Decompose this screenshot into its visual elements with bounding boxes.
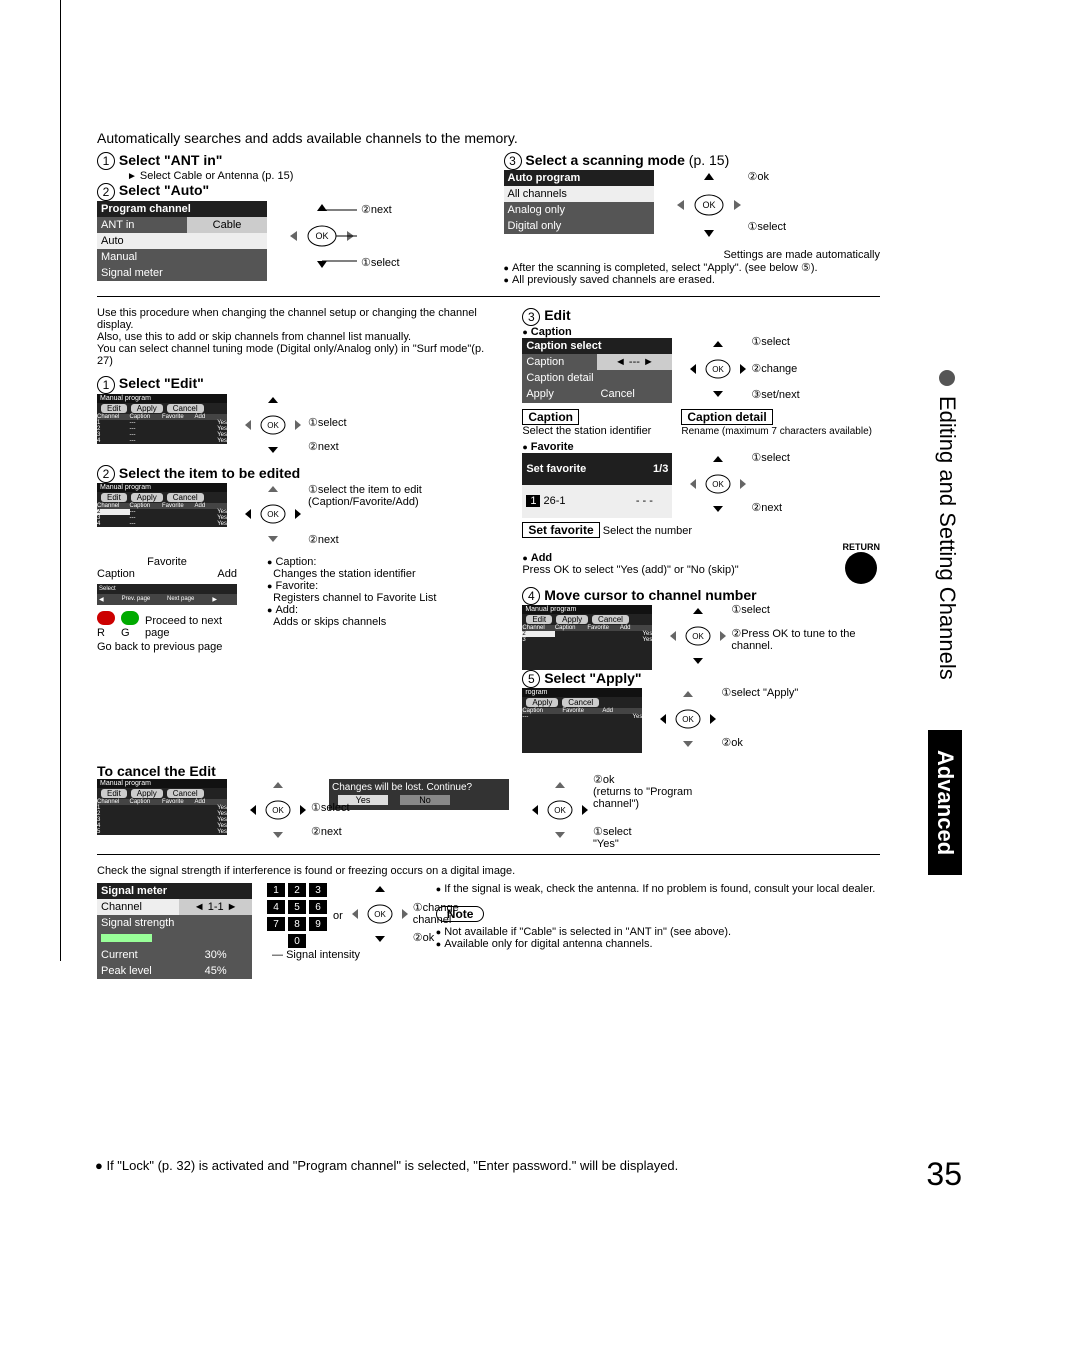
signal-section: Check the signal strength if interferenc… — [97, 865, 880, 961]
auto-right-col: 3 Select a scanning mode (p. 15) Auto pr… — [504, 152, 881, 286]
svg-text:OK: OK — [374, 910, 386, 919]
help-legend: Favorite Caption Add Select ◀ Prev. page… — [97, 556, 492, 653]
svg-text:OK: OK — [267, 421, 279, 430]
svg-text:OK: OK — [272, 806, 284, 815]
ok-control-diagram: OK ②next ①select — [287, 201, 357, 274]
svg-text:OK: OK — [267, 510, 279, 519]
svg-text:OK: OK — [713, 480, 725, 489]
green-button-icon — [121, 611, 139, 625]
ok-nav-icon: OK — [667, 605, 729, 667]
return-button-icon — [845, 552, 877, 584]
note-auto-set: Settings are made automatically — [504, 249, 881, 261]
ok-ctrl-item: OK ①select the item to edit (Caption/Fav… — [242, 483, 304, 548]
ok-nav-icon: OK — [529, 779, 591, 841]
edit-right: 3 Edit Caption Caption select Caption◄ -… — [522, 307, 880, 753]
note-erased: All previously saved channels are erased… — [504, 274, 881, 286]
page-content: Automatically searches and adds availabl… — [60, 0, 880, 961]
ok-control-diagram-2: OK ②ok ①select — [674, 170, 744, 243]
ok-ctrl-edit: OK ①select ②next — [242, 394, 304, 459]
cancel-mini: Manual program Edit Apply Cancel Channel… — [97, 779, 227, 835]
red-button-icon — [97, 611, 115, 625]
manual-intro: Use this procedure when changing the cha… — [97, 307, 492, 367]
caption-select-menu: Caption select Caption◄ --- ► Caption de… — [522, 338, 672, 403]
nav-bar-legend: Select ◀ Prev. page Next page ▶ — [97, 584, 237, 605]
ok-nav-icon: OK — [687, 338, 749, 400]
ok-nav-icon: OK — [674, 170, 744, 240]
svg-text:OK: OK — [702, 200, 715, 210]
program-channel-menu: Program channel ANT inCable Auto Manual … — [97, 201, 267, 281]
auto-left-col: 1 Select "ANT in" Select Cable or Antenn… — [97, 152, 474, 286]
ok-nav-icon: OK — [242, 483, 304, 545]
chapter-dot-icon — [939, 370, 955, 386]
ok-nav-icon: OK — [287, 201, 357, 271]
svg-text:OK: OK — [683, 715, 695, 724]
auto-intro: Automatically searches and adds availabl… — [97, 130, 880, 146]
step-4-move: 4 Move cursor to channel number — [522, 587, 880, 605]
set-favorite-menu: Set favorite1/3 1 26-1- - - — [522, 453, 672, 518]
ok-nav-icon: OK — [349, 883, 411, 945]
step-2-auto: 2 Select "Auto" — [97, 182, 474, 200]
page-number: 35 — [926, 1156, 962, 1193]
note-after-scan: After the scanning is completed, select … — [504, 261, 881, 274]
svg-text:OK: OK — [693, 632, 705, 641]
apply-mini: rogram Apply Cancel CaptionFavoriteAdd -… — [522, 688, 642, 753]
svg-text:OK: OK — [554, 806, 566, 815]
manual-program-mini: Manual program Edit Apply Cancel Channel… — [97, 394, 227, 444]
step-1-action: Select Cable or Antenna (p. 15) — [127, 170, 474, 182]
move-cursor-mini: Manual program Edit Apply Cancel Channel… — [522, 605, 652, 670]
step-1-ant: 1 Select "ANT in" — [97, 152, 474, 170]
section-tab: Advanced — [928, 730, 962, 875]
manual-program-mini-2: Manual program Edit Apply Cancel Channel… — [97, 483, 227, 527]
chapter-tab: Editing and Setting Channels — [934, 370, 960, 680]
numeric-keypad-icon: 123 456 789 0 — [267, 883, 327, 948]
ok-nav-icon: OK — [247, 779, 309, 841]
svg-text:OK: OK — [713, 365, 725, 374]
svg-text:OK: OK — [315, 231, 328, 241]
manual-section: Use this procedure when changing the cha… — [97, 307, 880, 753]
ok-nav-icon: OK — [657, 688, 719, 750]
confirm-dialog: Changes will be lost. Continue? YesNo — [329, 779, 509, 810]
auto-program-menu: Auto program All channels Analog only Di… — [504, 170, 654, 234]
ok-nav-icon: OK — [242, 394, 304, 456]
cancel-row: To cancel the Edit Manual program Edit A… — [97, 763, 880, 844]
auto-section: Automatically searches and adds availabl… — [97, 130, 880, 286]
manual-left: Use this procedure when changing the cha… — [97, 307, 492, 753]
step-1-edit: 1 Select "Edit" — [97, 375, 492, 393]
step-3-edit: 3 Edit — [522, 307, 880, 325]
ok-nav-icon: OK — [687, 453, 749, 515]
signal-meter-menu: Signal meter Channel◄ 1-1 ► Signal stren… — [97, 883, 252, 979]
step-2-select-item: 2 Select the item to be edited — [97, 465, 492, 483]
footer-note: ● If "Lock" (p. 32) is activated and "Pr… — [95, 1158, 855, 1173]
step-3-scan: 3 Select a scanning mode (p. 15) — [504, 152, 881, 170]
